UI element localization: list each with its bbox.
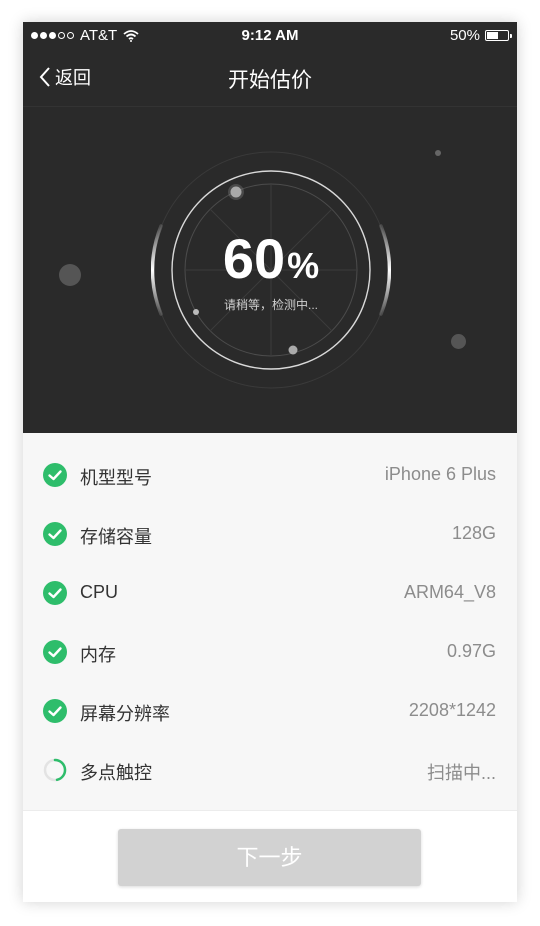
status-bar: AT&T 9:12 AM 50% [23, 22, 517, 50]
item-label: 机型型号 [80, 468, 152, 488]
status-time: 9:12 AM [241, 27, 299, 44]
next-step-button[interactable]: 下一步 [118, 829, 421, 886]
progress-status-text: 请稍等，检测中... [223, 298, 318, 312]
battery-percent: 50% [449, 27, 480, 44]
item-value: 128G [451, 523, 496, 543]
navigation-bar: 返回 开始估价 [23, 50, 517, 107]
check-circle-icon [43, 522, 67, 546]
list-item-model: 机型型号 iPhone 6 Plus [23, 446, 517, 504]
item-label: CPU [80, 582, 119, 602]
item-label: 多点触控 [80, 763, 152, 783]
item-label: 内存 [80, 645, 116, 665]
battery-icon [485, 30, 512, 41]
header-dark-panel: AT&T 9:12 AM 50% 返回 开始估价 60% 请稍等，检测中... [23, 22, 517, 433]
item-value: ARM64_V8 [403, 582, 496, 602]
status-right: 50% [449, 27, 512, 44]
loading-spinner-icon [43, 758, 67, 782]
progress-percent: 60% [151, 226, 391, 291]
progress-gauge: 60% 请稍等，检测中... [150, 150, 392, 390]
item-value: 扫描中... [426, 763, 496, 783]
item-value: 2208*1242 [408, 700, 496, 720]
list-item-cpu: CPU ARM64_V8 [23, 564, 517, 622]
list-item-storage: 存储容量 128G [23, 505, 517, 563]
phone-screen: AT&T 9:12 AM 50% 返回 开始估价 60% 请稍等，检测中... … [23, 22, 517, 902]
decor-particle [435, 150, 441, 156]
progress-value: 60 [222, 227, 286, 290]
decor-particle [59, 264, 81, 286]
check-circle-icon [43, 699, 67, 723]
list-item-memory: 内存 0.97G [23, 623, 517, 681]
list-item-multitouch: 多点触控 扫描中... [23, 741, 517, 799]
page-title: 开始估价 [228, 69, 312, 92]
item-value: iPhone 6 Plus [384, 464, 496, 484]
decor-particle [451, 334, 466, 349]
check-circle-icon [43, 640, 67, 664]
progress-sign: % [287, 245, 320, 286]
check-circle-icon [43, 463, 67, 487]
footer-bar: 下一步 [23, 810, 517, 902]
item-label: 存储容量 [80, 527, 152, 547]
item-label: 屏幕分辨率 [80, 704, 170, 724]
list-item-resolution: 屏幕分辨率 2208*1242 [23, 682, 517, 740]
check-circle-icon [43, 581, 67, 605]
item-value: 0.97G [446, 641, 496, 661]
